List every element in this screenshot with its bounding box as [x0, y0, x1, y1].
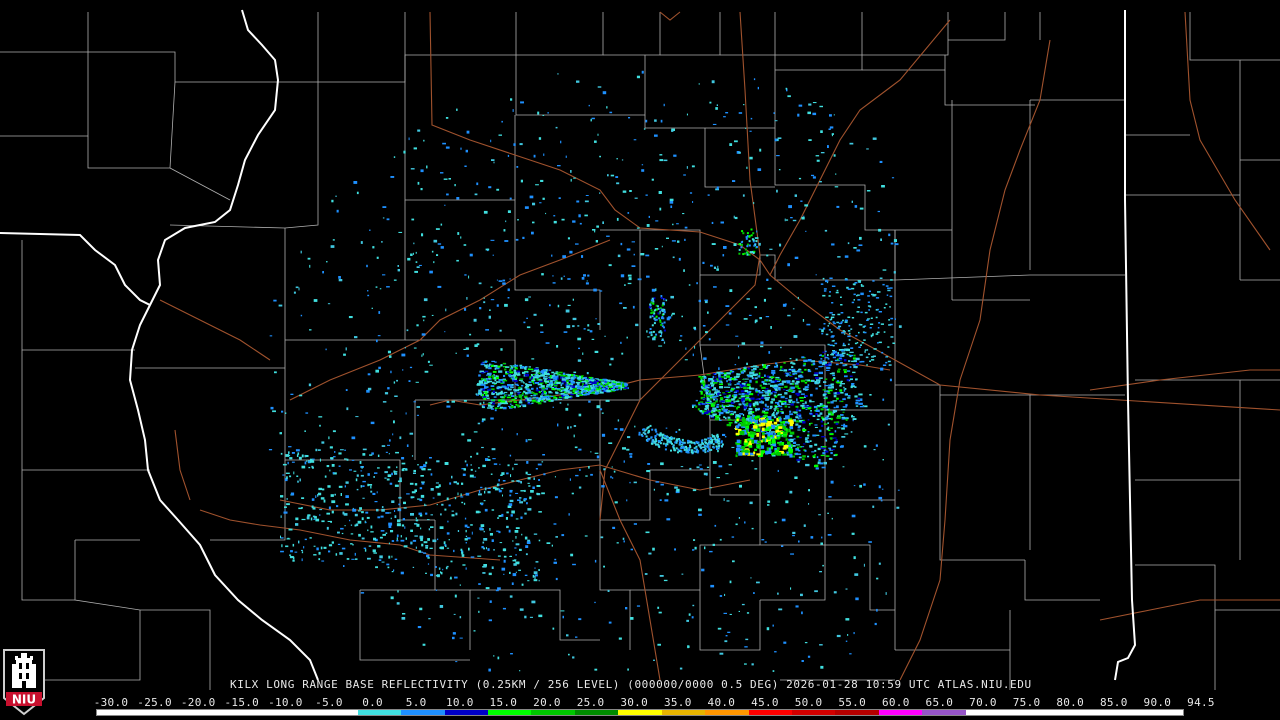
- colorbar-segment: [1009, 710, 1053, 715]
- radar-echoes: [268, 70, 902, 672]
- colorbar-segment: [531, 710, 575, 715]
- scale-label: 5.0: [405, 696, 427, 709]
- colorbar-segment: [835, 710, 879, 715]
- scale-label: 35.0: [663, 696, 692, 709]
- logo-text: NIU: [12, 693, 36, 707]
- scale-label: -15.0: [224, 696, 260, 709]
- scale-label: -5.0: [315, 696, 343, 709]
- colorbar-segment: [1139, 710, 1183, 715]
- colorbar-segment: [618, 710, 662, 715]
- niu-logo: NIU: [3, 649, 45, 716]
- state-boundaries: [0, 9, 1137, 681]
- scale-label: 85.0: [1099, 696, 1128, 709]
- colorbar-segment: [574, 710, 619, 715]
- colorbar-segment: [401, 710, 445, 715]
- reflectivity-colorbar: [96, 709, 1184, 716]
- colorbar-segment: [792, 710, 836, 715]
- scale-label: 0.0: [362, 696, 383, 709]
- scale-label: 75.0: [1012, 696, 1041, 709]
- scale-label: -20.0: [180, 696, 216, 709]
- colorbar-segment: [357, 710, 402, 715]
- colorbar-segment: [705, 710, 749, 715]
- scale-label: 90.0: [1143, 696, 1172, 709]
- colorbar-segment: [748, 710, 792, 715]
- colorbar-segment: [314, 710, 358, 715]
- scale-label: 55.0: [838, 696, 867, 709]
- colorbar-segment: [183, 710, 228, 715]
- colorbar-labels: -30.0 -25.0 -20.0 -15.0 -10.0 -5.0 0.0 5…: [92, 696, 1215, 709]
- scale-label: 94.5: [1187, 696, 1215, 709]
- scale-label: 65.0: [925, 696, 954, 709]
- colorbar-segment: [270, 710, 315, 715]
- colorbar-segment: [227, 710, 271, 715]
- scale-label: -25.0: [137, 696, 172, 709]
- colorbar-segment: [140, 710, 184, 715]
- scale-label: 80.0: [1056, 696, 1085, 709]
- colorbar-segment: [1052, 710, 1097, 715]
- scale-label: -10.0: [268, 696, 303, 709]
- product-caption: KILX LONG RANGE BASE REFLECTIVITY (0.25K…: [230, 678, 1032, 691]
- colorbar-segment: [97, 710, 141, 715]
- colorbar-segment: [1096, 710, 1140, 715]
- scale-label: 40.0: [707, 696, 736, 709]
- county-boundaries: [0, 12, 1280, 690]
- scale-label: 25.0: [576, 696, 605, 709]
- colorbar-segment: [922, 710, 966, 715]
- colorbar-segment: [487, 710, 532, 715]
- highways: [159, 11, 1280, 681]
- scale-label: -30.0: [93, 696, 129, 709]
- scale-label: 10.0: [445, 696, 474, 709]
- colorbar-segment: [965, 710, 1010, 715]
- scale-label: 50.0: [794, 696, 823, 709]
- colorbar-segment: [444, 710, 488, 715]
- colorbar-segment: [878, 710, 923, 715]
- scale-label: 70.0: [969, 696, 997, 709]
- colorbar-segment: [661, 710, 706, 715]
- radar-map: [0, 9, 1280, 690]
- scale-label: 60.0: [881, 696, 910, 709]
- scale-label: 15.0: [489, 696, 518, 709]
- scale-label: 45.0: [751, 696, 779, 709]
- scale-label: 20.0: [533, 696, 561, 709]
- scale-label: 30.0: [620, 696, 649, 709]
